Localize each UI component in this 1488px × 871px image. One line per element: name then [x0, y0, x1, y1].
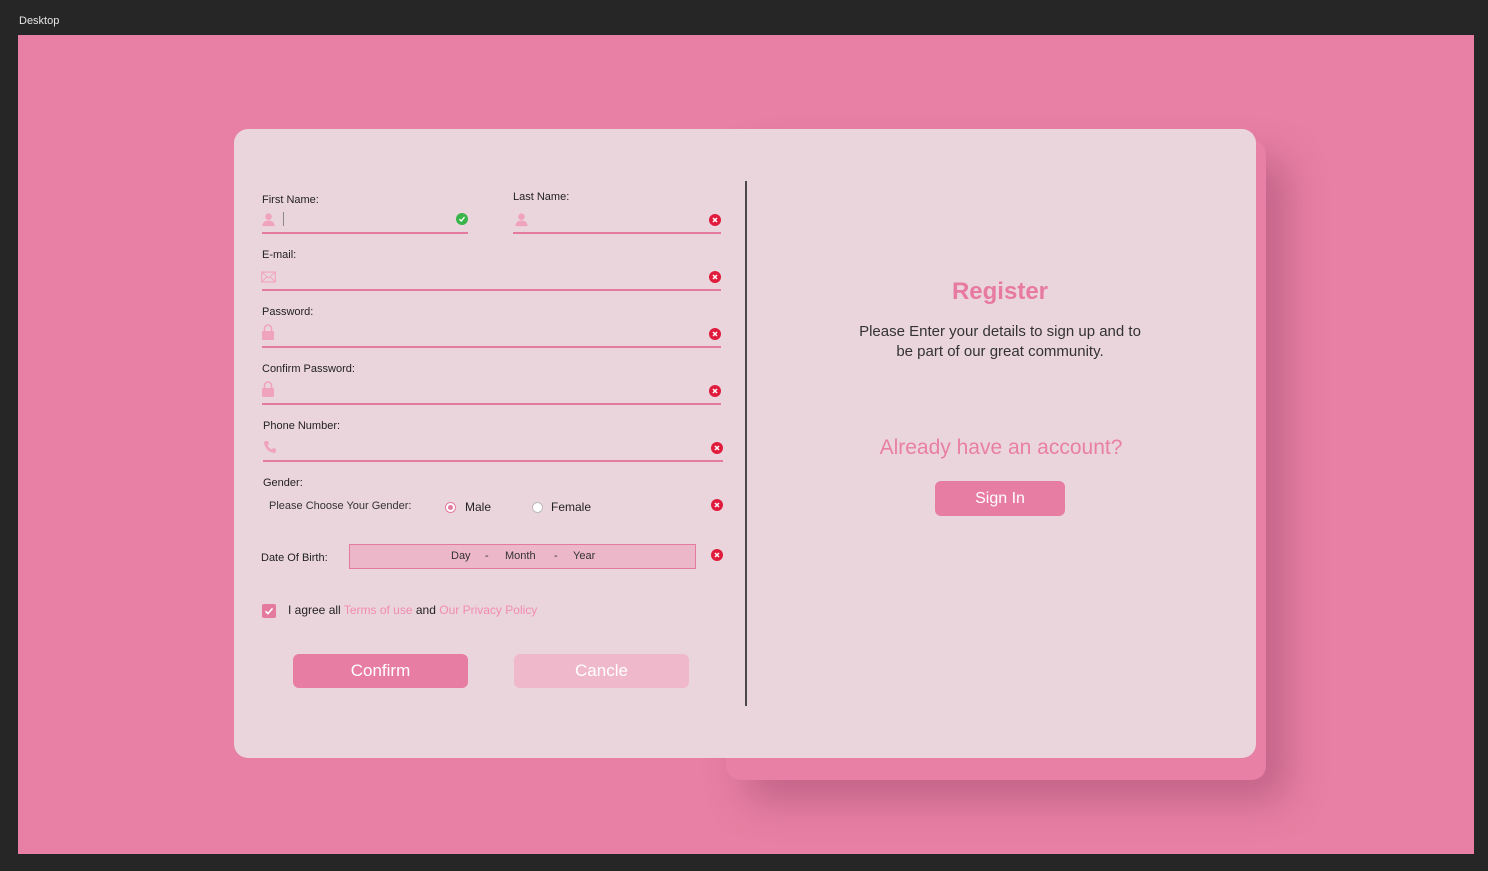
terms-link[interactable]: Terms of use	[344, 603, 413, 617]
phone-input[interactable]	[263, 460, 723, 462]
error-icon	[709, 214, 721, 226]
already-account-text: Already have an account?	[879, 436, 1123, 459]
error-icon	[711, 442, 723, 454]
phone-label: Phone Number:	[263, 420, 341, 432]
register-description: Please Enter your details to sign up and…	[859, 323, 1141, 360]
text-caret	[283, 212, 284, 226]
user-icon	[513, 211, 529, 227]
error-icon	[711, 499, 723, 511]
radio-female[interactable]	[532, 502, 543, 513]
dob-year[interactable]: Year	[573, 550, 595, 562]
vertical-divider	[745, 181, 747, 706]
dob-field[interactable]: Day - Month - Year	[349, 544, 696, 569]
last-name-input[interactable]	[513, 232, 721, 234]
agree-text: I agree all Terms of use and Our Privacy…	[288, 603, 537, 617]
lock-icon	[260, 324, 276, 340]
lock-icon	[260, 381, 276, 397]
email-input[interactable]	[262, 289, 721, 291]
dob-month[interactable]: Month	[505, 550, 536, 562]
check-icon	[456, 213, 468, 225]
confirm-password-input[interactable]	[262, 403, 721, 405]
register-title: Register	[951, 278, 1049, 305]
radio-female-label: Female	[551, 500, 592, 514]
first-name-input[interactable]	[262, 232, 468, 234]
phone-icon	[262, 439, 278, 455]
dob-day[interactable]: Day	[451, 550, 471, 562]
agree-conjunction: and	[415, 603, 436, 617]
dob-separator: -	[485, 550, 489, 562]
error-icon	[709, 328, 721, 340]
last-name-label: Last Name:	[513, 191, 570, 203]
gender-label: Gender:	[263, 477, 303, 489]
radio-male-label: Male	[465, 500, 492, 514]
password-label: Password:	[262, 306, 314, 318]
check-icon	[264, 607, 274, 615]
cancel-button[interactable]: Cancle	[514, 654, 689, 688]
confirm-button[interactable]: Confirm	[293, 654, 468, 688]
dob-separator: -	[554, 550, 558, 562]
radio-male[interactable]	[445, 502, 456, 513]
error-icon	[711, 549, 723, 561]
sign-in-button[interactable]: Sign In	[935, 481, 1065, 516]
agree-checkbox[interactable]	[262, 604, 276, 618]
error-icon	[709, 271, 721, 283]
email-label: E-mail:	[262, 249, 297, 261]
frame-title: Desktop	[19, 15, 60, 27]
envelope-icon	[260, 269, 276, 285]
agree-prefix: I agree all	[288, 603, 341, 617]
dob-label: Date Of Birth:	[261, 552, 328, 564]
error-icon	[709, 385, 721, 397]
privacy-link[interactable]: Our Privacy Policy	[439, 603, 537, 617]
user-icon	[260, 211, 276, 227]
gender-prompt: Please Choose Your Gender:	[269, 500, 412, 512]
password-input[interactable]	[262, 346, 721, 348]
first-name-label: First Name:	[262, 194, 319, 206]
confirm-password-label: Confirm Password:	[262, 363, 355, 375]
